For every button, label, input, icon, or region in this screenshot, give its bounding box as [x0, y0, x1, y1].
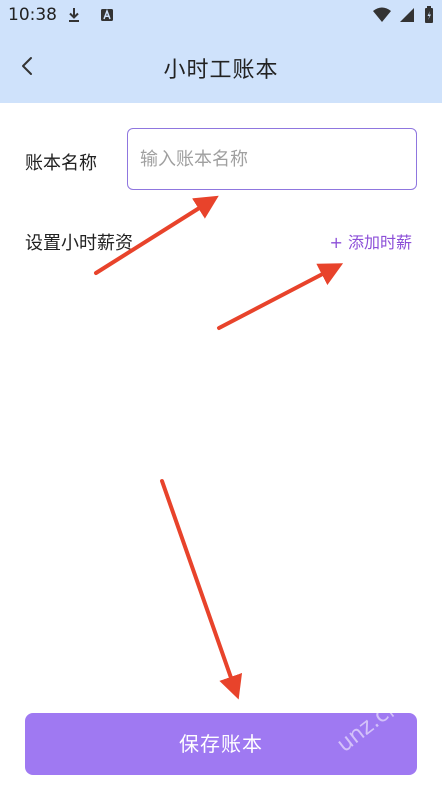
a-badge-icon: [101, 8, 114, 21]
download-icon: [69, 8, 79, 22]
status-left-icons: [66, 6, 115, 25]
account-name-label: 账本名称: [25, 153, 97, 174]
add-hourly-wage-button[interactable]: + 添加时薪: [330, 229, 413, 253]
status-time: 10:38: [8, 5, 57, 25]
app-header: 10:38 小时工账本: [0, 0, 442, 103]
status-right-icons: [372, 6, 434, 25]
annotation-overlay: [94, 195, 344, 700]
page-title: 小时工账本: [163, 58, 279, 83]
annotation-arrow-3: [160, 479, 243, 700]
annotation-arrow-2: [217, 263, 344, 330]
hourly-wage-label: 设置小时薪资: [25, 233, 133, 254]
signal-icon: [399, 8, 414, 22]
wifi-icon: [372, 7, 391, 22]
battery-icon: [425, 6, 433, 23]
status-bar: 10:38: [0, 0, 442, 30]
account-name-input[interactable]: [127, 128, 417, 190]
